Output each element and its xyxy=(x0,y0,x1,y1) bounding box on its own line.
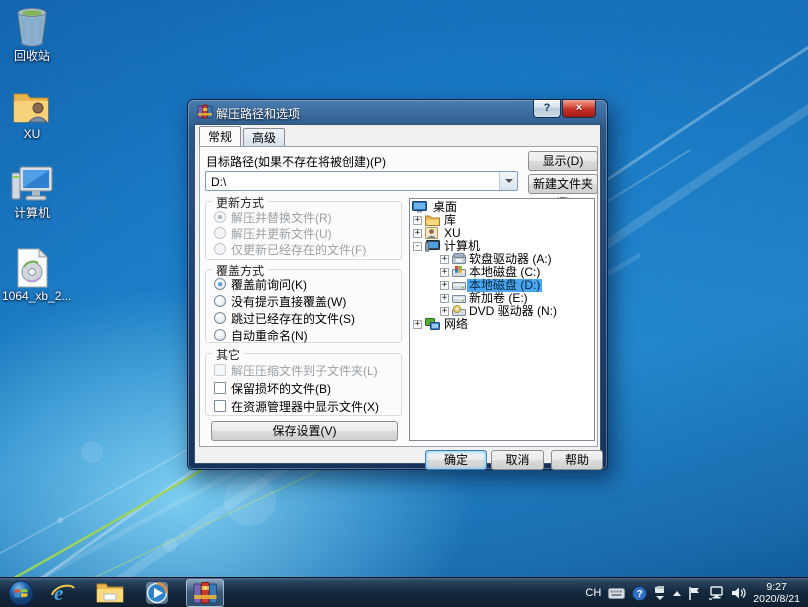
taskbar-winrar-active[interactable] xyxy=(186,579,224,607)
expand-icon[interactable]: + xyxy=(413,320,422,329)
expand-icon[interactable]: + xyxy=(440,255,449,264)
radio-extract-update: 解压并更新文件(U) xyxy=(214,226,332,241)
tree-item-xu[interactable]: + XU xyxy=(410,227,594,240)
recycle-bin-icon xyxy=(17,8,47,47)
keyboard-layout-icon[interactable] xyxy=(608,587,626,599)
radio-skip-existing[interactable]: 跳过已经存在的文件(S) xyxy=(214,311,355,326)
svg-text:?: ? xyxy=(637,589,643,600)
help-tray-icon[interactable]: ? xyxy=(632,585,648,601)
radio-icon xyxy=(214,211,226,223)
winrar-icon xyxy=(197,104,213,119)
user-folder-icon xyxy=(13,93,49,123)
destination-path-label: 目标路径(如果不存在将被创建)(P) xyxy=(206,155,386,169)
desktop: 回收站 XU 计算机 1064_xb_2... 解压路径和选项 ? × 常规 高… xyxy=(0,0,808,607)
expand-icon[interactable]: + xyxy=(440,268,449,277)
tree-item-desktop[interactable]: 桌面 xyxy=(410,201,594,214)
radio-icon xyxy=(214,329,226,341)
tree-item-network[interactable]: + 网络 xyxy=(410,318,594,331)
media-player-icon xyxy=(146,582,168,604)
taskbar-internet-explorer[interactable]: e xyxy=(48,579,78,607)
radio-extract-replace: 解压并替换文件(R) xyxy=(214,210,332,225)
expand-icon[interactable]: + xyxy=(440,294,449,303)
tree-item-libraries[interactable]: + 库 xyxy=(410,214,594,227)
radio-icon xyxy=(214,278,226,290)
destination-path-combobox[interactable]: D:\ xyxy=(205,171,518,191)
show-hidden-icons-button[interactable] xyxy=(673,590,682,596)
start-button[interactable] xyxy=(6,579,36,607)
folder-icon xyxy=(96,583,124,603)
tab-advanced[interactable]: 高级 xyxy=(243,128,285,146)
tab-general[interactable]: 常规 xyxy=(199,126,241,146)
checkbox-icon xyxy=(214,364,226,376)
internet-explorer-icon: e xyxy=(51,581,75,605)
cancel-button[interactable]: 取消 xyxy=(491,450,544,470)
winrar-books-icon xyxy=(193,582,217,604)
radio-icon xyxy=(214,243,226,255)
dialog-help-button[interactable]: ? xyxy=(533,100,561,118)
desktop-icon-label: 回收站 xyxy=(13,49,50,63)
triangle-up-icon xyxy=(673,590,682,596)
volume-icon[interactable] xyxy=(731,586,746,600)
clock-date: 2020/8/21 xyxy=(753,593,800,605)
expand-icon[interactable]: + xyxy=(440,281,449,290)
checkbox-icon xyxy=(214,400,226,412)
action-center-flag-icon[interactable] xyxy=(688,586,701,601)
ok-button[interactable]: 确定 xyxy=(425,450,487,470)
radio-icon xyxy=(214,227,226,239)
display-button[interactable]: 显示(D) xyxy=(528,151,598,171)
taskbar-clock[interactable]: 9:27 2020/8/21 xyxy=(753,581,800,605)
expand-icon[interactable]: + xyxy=(440,307,449,316)
windows-start-icon xyxy=(8,580,34,606)
disc-file-icon xyxy=(17,248,49,288)
new-folder-button[interactable]: 新建文件夹(E) xyxy=(528,174,598,209)
checkbox-keep-broken-files[interactable]: 保留损坏的文件(B) xyxy=(214,381,331,396)
network-tray-icon[interactable] xyxy=(708,586,724,600)
tab-page-general: 目标路径(如果不存在将被创建)(P) D:\ 显示(D) 新建文件夹(E) 更新… xyxy=(199,146,598,447)
desktop-icon-computer[interactable]: 计算机 xyxy=(2,165,62,220)
desktop-icon-label: XU xyxy=(23,127,41,141)
radio-ask-before-overwrite[interactable]: 覆盖前询问(K) xyxy=(214,277,307,292)
radio-icon xyxy=(214,312,226,324)
desktop-icon-xu[interactable]: XU xyxy=(2,88,62,141)
overwrite-mode-group: 覆盖方式 覆盖前询问(K) 没有提示直接覆盖(W) 跳过已经存在的文件(S) 自… xyxy=(205,262,402,343)
taskbar-media-player[interactable] xyxy=(142,579,172,607)
destination-path-value: D:\ xyxy=(211,175,227,189)
desktop-icon-label: 1064_xb_2... xyxy=(2,289,72,303)
radio-icon xyxy=(214,295,226,307)
checkbox-icon xyxy=(214,382,226,394)
network-icon xyxy=(425,318,440,333)
save-settings-button[interactable]: 保存设置(V) xyxy=(211,421,398,441)
update-mode-group: 更新方式 解压并替换文件(R) 解压并更新文件(U) 仅更新已经存在的文件(F) xyxy=(205,194,402,260)
system-tray: CH ? 9:27 2020/8/21 xyxy=(585,578,808,607)
taskbar-explorer[interactable] xyxy=(95,579,125,607)
computer-icon xyxy=(11,166,53,201)
clock-time: 9:27 xyxy=(766,581,787,593)
device-eject-icon[interactable] xyxy=(654,585,666,601)
expand-icon[interactable]: + xyxy=(413,229,422,238)
desktop-icon-label: 计算机 xyxy=(13,206,50,220)
collapse-icon[interactable]: - xyxy=(413,242,422,251)
extraction-dialog: 解压路径和选项 ? × 常规 高级 目标路径(如果不存在将被创建)(P) D:\… xyxy=(187,99,608,470)
desktop-icon-disc-file[interactable]: 1064_xb_2... xyxy=(2,248,72,303)
language-indicator[interactable]: CH xyxy=(585,587,601,599)
combobox-dropdown-button[interactable] xyxy=(499,172,517,190)
help-button[interactable]: 帮助 xyxy=(551,450,603,470)
dialog-body: 常规 高级 目标路径(如果不存在将被创建)(P) D:\ 显示(D) 新建文件夹… xyxy=(194,124,603,470)
svg-text:e: e xyxy=(54,581,63,605)
radio-freshen-existing: 仅更新已经存在的文件(F) xyxy=(214,242,366,257)
group-title: 其它 xyxy=(213,346,244,363)
radio-rename-automatically[interactable]: 自动重命名(N) xyxy=(214,328,308,343)
checkbox-extract-to-subfolders: 解压压缩文件到子文件夹(L) xyxy=(214,363,378,378)
expand-icon[interactable]: + xyxy=(413,216,422,225)
folder-tree: 桌面 + 库 + XU - 计算机 + 软盘驱动器 (A:) + 本地磁盘 (C… xyxy=(409,198,595,441)
taskbar: e CH ? 9:27 2020/8/21 xyxy=(0,577,808,607)
radio-overwrite-without-prompt[interactable]: 没有提示直接覆盖(W) xyxy=(214,294,346,309)
chevron-down-icon xyxy=(505,179,513,183)
tree-item-dvd-n[interactable]: + DVD 驱动器 (N:) xyxy=(410,305,594,318)
checkbox-display-in-explorer[interactable]: 在资源管理器中显示文件(X) xyxy=(214,399,379,414)
dialog-title: 解压路径和选项 xyxy=(216,107,301,121)
dialog-close-button[interactable]: × xyxy=(562,100,596,118)
desktop-icon-recycle-bin[interactable]: 回收站 xyxy=(2,6,62,63)
misc-group: 其它 解压压缩文件到子文件夹(L) 保留损坏的文件(B) 在资源管理器中显示文件… xyxy=(205,346,402,416)
